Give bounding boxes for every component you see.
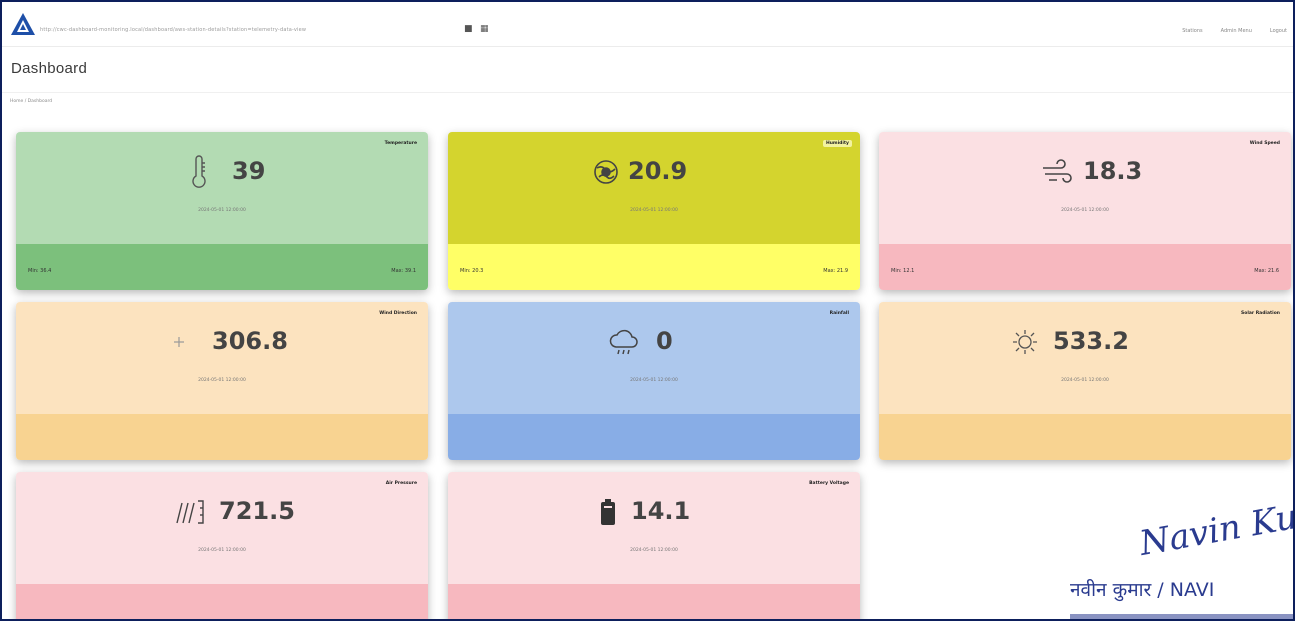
app-window: http://cwc-dashboard-monitoring.local/da… bbox=[0, 0, 1295, 621]
sensor-card-air-pressure[interactable]: Air Pressure 721.5 2024-05-01 12:00:00 bbox=[16, 472, 428, 619]
admin-menu-link[interactable]: Admin Menu bbox=[1221, 28, 1252, 34]
status-badge: Rainfall bbox=[829, 311, 849, 316]
topbar-url-text: http://cwc-dashboard-monitoring.local/da… bbox=[40, 27, 307, 33]
stations-link[interactable]: Stations bbox=[1182, 28, 1202, 34]
card-top bbox=[879, 302, 1291, 414]
sensor-card-rainfall[interactable]: Rainfall 0 2024-05-01 12:00:00 bbox=[448, 302, 860, 460]
card-bottom: Min: 20.3 Max: 21.9 bbox=[448, 244, 860, 290]
status-badge: Wind Speed bbox=[1249, 141, 1280, 146]
card-bottom bbox=[448, 584, 860, 619]
timestamp: 2024-05-01 12:00:00 bbox=[198, 378, 246, 383]
wind-icon bbox=[1039, 154, 1075, 190]
timestamp: 2024-05-01 12:00:00 bbox=[1061, 208, 1109, 213]
topbar-menu: Stations Admin Menu Logout bbox=[1182, 28, 1287, 34]
divider bbox=[2, 92, 1293, 93]
sensor-value: 14.1 bbox=[631, 497, 691, 525]
card-bottom bbox=[16, 584, 428, 619]
timestamp: 2024-05-01 12:00:00 bbox=[630, 208, 678, 213]
timestamp: 2024-05-01 12:00:00 bbox=[1061, 378, 1109, 383]
svg-text:नवीन कुमार / NAVI: नवीन कुमार / NAVI bbox=[1070, 578, 1214, 602]
card-bottom bbox=[448, 414, 860, 460]
min-value: Min: 12.1 bbox=[891, 268, 915, 274]
sensor-card-wind-direction[interactable]: Wind Direction 306.8 2024-05-01 12:00:00 bbox=[16, 302, 428, 460]
signature-stamp: Navin Ku नवीन कुमार / NAVI bbox=[1062, 490, 1295, 619]
pressure-icon bbox=[172, 494, 208, 530]
breadcrumb[interactable]: Home / Dashboard bbox=[10, 99, 52, 104]
status-badge: Wind Direction bbox=[379, 311, 417, 316]
sensor-card-solar-radiation[interactable]: Solar Radiation 533.2 2024-05-01 12:00:0… bbox=[879, 302, 1291, 460]
sensor-value: 533.2 bbox=[1053, 327, 1129, 355]
sensor-value: 0 bbox=[656, 327, 673, 355]
min-value: Min: 36.4 bbox=[28, 268, 52, 274]
rain-cloud-icon bbox=[606, 324, 642, 360]
timestamp: 2024-05-01 12:00:00 bbox=[198, 208, 246, 213]
max-value: Max: 21.9 bbox=[823, 268, 848, 274]
status-badge: Humidity bbox=[822, 140, 852, 147]
card-top bbox=[16, 302, 428, 414]
humidity-globe-icon bbox=[588, 154, 624, 190]
card-bottom: Min: 12.1 Max: 21.6 bbox=[879, 244, 1291, 290]
home-icon[interactable]: ■ bbox=[464, 24, 473, 34]
card-top bbox=[448, 472, 860, 584]
max-value: Max: 21.6 bbox=[1254, 268, 1279, 274]
card-bottom bbox=[16, 414, 428, 460]
wind-direction-icon bbox=[161, 324, 197, 360]
sensor-card-wind-speed[interactable]: Min: 12.1 Max: 21.6 Wind Speed 18.3 2024… bbox=[879, 132, 1291, 290]
min-value: Min: 20.3 bbox=[460, 268, 484, 274]
sensor-value: 721.5 bbox=[219, 497, 295, 525]
sensor-card-battery[interactable]: Battery Voltage 14.1 2024-05-01 12:00:00 bbox=[448, 472, 860, 619]
status-badge: Temperature bbox=[384, 141, 417, 146]
card-bottom bbox=[879, 414, 1291, 460]
card-top bbox=[879, 132, 1291, 244]
svg-text:Navin Ku: Navin Ku bbox=[1136, 497, 1295, 564]
timestamp: 2024-05-01 12:00:00 bbox=[630, 378, 678, 383]
sensor-value: 18.3 bbox=[1083, 157, 1143, 185]
page-title: Dashboard bbox=[11, 60, 88, 77]
sensor-value: 39 bbox=[232, 157, 266, 185]
expand-icon[interactable]: ▦ bbox=[480, 24, 489, 34]
max-value: Max: 39.1 bbox=[391, 268, 416, 274]
sensor-value: 306.8 bbox=[212, 327, 288, 355]
timestamp: 2024-05-01 12:00:00 bbox=[630, 548, 678, 553]
logout-link[interactable]: Logout bbox=[1270, 28, 1287, 34]
status-badge: Battery Voltage bbox=[809, 481, 849, 486]
card-top bbox=[448, 132, 860, 244]
top-navbar: http://cwc-dashboard-monitoring.local/da… bbox=[2, 2, 1293, 47]
card-bottom: Min: 36.4 Max: 39.1 bbox=[16, 244, 428, 290]
status-badge: Air Pressure bbox=[385, 481, 417, 486]
timestamp: 2024-05-01 12:00:00 bbox=[198, 548, 246, 553]
logo-icon[interactable] bbox=[10, 12, 36, 36]
card-top bbox=[448, 302, 860, 414]
status-badge: Solar Radiation bbox=[1241, 311, 1280, 316]
sensor-card-temperature[interactable]: Min: 36.4 Max: 39.1 Temperature 39 2024-… bbox=[16, 132, 428, 290]
sensor-value: 20.9 bbox=[628, 157, 688, 185]
sun-icon bbox=[1007, 324, 1043, 360]
battery-icon bbox=[590, 494, 626, 530]
card-top bbox=[16, 132, 428, 244]
sensor-card-humidity[interactable]: Min: 20.3 Max: 21.9 Humidity 20.9 2024-0… bbox=[448, 132, 860, 290]
card-top bbox=[16, 472, 428, 584]
thermometer-icon bbox=[181, 154, 217, 190]
